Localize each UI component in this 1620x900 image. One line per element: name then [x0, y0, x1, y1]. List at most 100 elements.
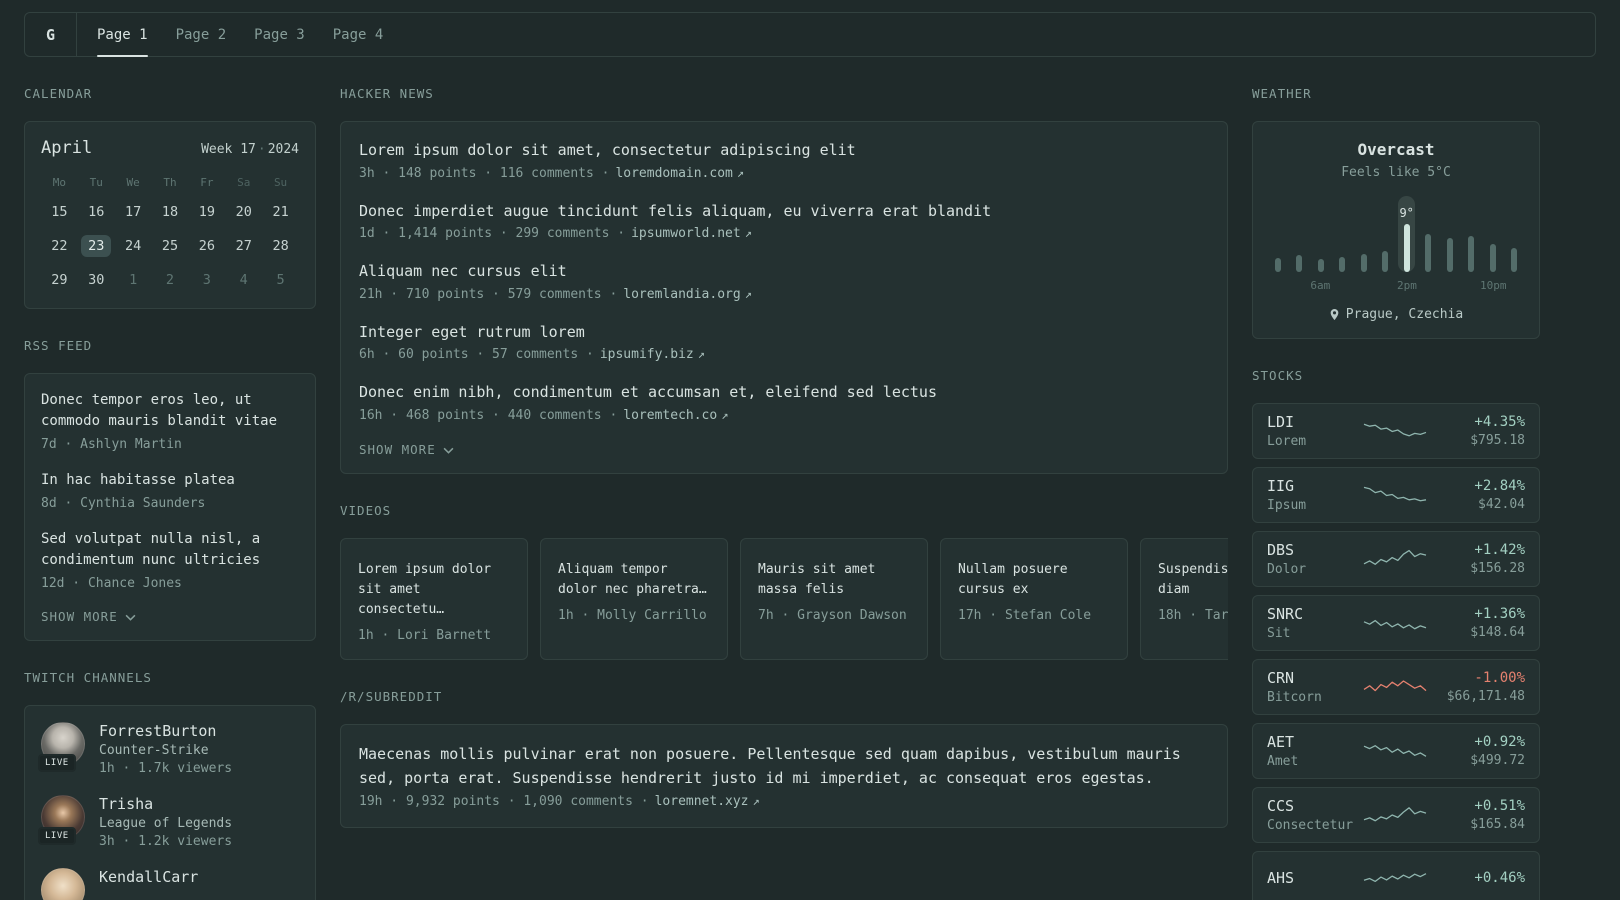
tab-page-2[interactable]: Page 2 [176, 13, 227, 56]
calendar-day-next-month[interactable]: 3 [196, 269, 218, 291]
hn-show-more-button[interactable]: SHOW MORE [359, 442, 454, 457]
twitch-channel-row[interactable]: LIVE Trisha League of Legends 3h · 1.2k … [38, 795, 299, 849]
hn-item-title[interactable]: Lorem ipsum dolor sit amet, consectetur … [359, 139, 1209, 162]
reddit-meta-text: 19h · 9,932 points · 1,090 comments · [359, 793, 649, 809]
reddit-domain-link[interactable]: loremnet.xyz [655, 794, 749, 809]
stock-row[interactable]: IIG Ipsum +2.84% $42.04 [1252, 467, 1540, 523]
hn-domain-link[interactable]: loremlandia.org [623, 287, 740, 302]
calendar-day-next-month[interactable]: 4 [233, 269, 255, 291]
location-pin-icon [1330, 309, 1339, 320]
twitch-channel-row[interactable]: LIVE ForrestBurton Counter-Strike 1h · 1… [38, 722, 299, 776]
video-meta: 1h · Molly Carrillo [558, 607, 707, 623]
stock-symbol: IIG [1267, 477, 1295, 495]
calendar-day[interactable]: 21 [265, 201, 295, 223]
hn-item-title[interactable]: Integer eget rutrum lorem [359, 321, 1209, 344]
calendar-day[interactable]: 15 [44, 201, 74, 223]
stock-row[interactable]: CCS Consectetur +0.51% $165.84 [1252, 787, 1540, 843]
hn-item-title[interactable]: Donec enim nibh, condimentum et accumsan… [359, 381, 1209, 404]
calendar-widget: April Week 17 · 2024 Mo Tu We Th Fr Sa Su … [24, 121, 316, 309]
weather-current-temp: 9° [1399, 206, 1414, 220]
hn-item-meta: 6h · 60 points · 57 comments · ipsumify.b… [359, 347, 1209, 362]
stock-row[interactable]: CRN Bitcorn -1.00% $66,171.48 [1252, 659, 1540, 715]
calendar-day[interactable]: 17 [118, 201, 148, 223]
video-title[interactable]: Aliquam tempor dolor nec pharetra… [558, 560, 710, 600]
section-title-stocks: STOCKS [1252, 368, 1304, 383]
hn-meta-text: 21h · 710 points · 579 comments · [359, 286, 618, 302]
video-title[interactable]: Mauris sit amet massa felis [758, 560, 910, 600]
top-nav: G Page 1 Page 2 Page 3 Page 4 [24, 12, 1596, 57]
rss-item-meta: 8d · Cynthia Saunders [41, 495, 206, 511]
weather-bar [1425, 234, 1432, 272]
video-title[interactable]: Suspendisse potenti diam [1158, 560, 1228, 600]
calendar-day-next-month[interactable]: 1 [122, 269, 144, 291]
rss-item-title[interactable]: Sed volutpat nulla nisl, a condimentum n… [41, 529, 299, 572]
stock-row[interactable]: AET Amet +0.92% $499.72 [1252, 723, 1540, 779]
section-title-rss: RSS FEED [24, 337, 93, 353]
rss-item: Sed volutpat nulla nisl, a condimentum n… [41, 529, 299, 591]
stock-row[interactable]: LDI Lorem +4.35% $795.18 [1252, 403, 1540, 459]
hn-item-title[interactable]: Aliquam nec cursus elit [359, 260, 1209, 283]
external-link-icon: ↗ [736, 165, 745, 180]
video-card: Mauris sit amet massa felis 7h · Grayson… [740, 537, 928, 660]
stock-price: $165.84 [1470, 817, 1525, 832]
rss-item-title[interactable]: In hac habitasse platea [41, 470, 299, 492]
weekday-label: Sa [237, 176, 251, 189]
rss-item-meta: 7d · Ashlyn Martin [41, 436, 182, 452]
hn-item-meta: 21h · 710 points · 579 comments · loremla… [359, 287, 1209, 302]
hn-item-title[interactable]: Donec imperdiet augue tincidunt felis al… [359, 200, 1209, 223]
calendar-day[interactable]: 24 [118, 235, 148, 257]
video-title[interactable]: Lorem ipsum dolor sit amet consectetu… [358, 560, 510, 620]
tab-page-3[interactable]: Page 3 [254, 13, 305, 56]
calendar-day-next-month[interactable]: 2 [159, 269, 181, 291]
hn-item: Aliquam nec cursus elit 21h · 710 points… [359, 260, 1209, 302]
stock-symbol: DBS [1267, 541, 1295, 559]
hn-item-meta: 16h · 468 points · 440 comments · loremte… [359, 408, 1209, 423]
channel-viewers: 3h · 1.2k viewers [99, 834, 233, 849]
calendar-day[interactable]: 18 [155, 201, 185, 223]
time-label: 6am [1310, 279, 1331, 292]
weekday-label: Fr [200, 176, 214, 189]
calendar-day[interactable]: 30 [81, 269, 111, 291]
hn-domain-link[interactable]: ipsumworld.net [631, 226, 741, 241]
weekday-label: Tu [89, 176, 103, 189]
stock-price: $499.72 [1470, 753, 1525, 768]
tab-page-1[interactable]: Page 1 [97, 13, 148, 57]
calendar-day[interactable]: 29 [44, 269, 74, 291]
video-title[interactable]: Nullam posuere cursus ex [958, 560, 1110, 600]
hn-item: Integer eget rutrum lorem 6h · 60 points… [359, 321, 1209, 363]
stock-row[interactable]: DBS Dolor +1.42% $156.28 [1252, 531, 1540, 587]
calendar-day[interactable]: 19 [192, 201, 222, 223]
live-badge: LIVE [38, 827, 76, 845]
external-link-icon: ↗ [744, 226, 752, 240]
calendar-day[interactable]: 27 [229, 235, 259, 257]
hn-domain-link[interactable]: loremdomain.com [615, 166, 732, 181]
stock-row[interactable]: SNRC Sit +1.36% $148.64 [1252, 595, 1540, 651]
reddit-post-title[interactable]: Maecenas mollis pulvinar erat non posuer… [359, 742, 1209, 790]
stock-row[interactable]: AHS +0.46% [1252, 851, 1540, 900]
stock-price: $148.64 [1470, 625, 1525, 640]
calendar-day-selected[interactable]: 23 [81, 235, 112, 258]
calendar-day[interactable]: 26 [192, 235, 222, 257]
hn-domain-link[interactable]: ipsumify.biz [600, 347, 694, 362]
app-logo[interactable]: G [25, 13, 77, 56]
tab-page-4[interactable]: Page 4 [333, 13, 384, 56]
calendar-day[interactable]: 22 [44, 235, 74, 257]
hn-meta-text: 16h · 468 points · 440 comments · [359, 407, 618, 423]
calendar-day[interactable]: 20 [229, 201, 259, 223]
calendar-day[interactable]: 16 [81, 201, 111, 223]
weekday-label: Mo [52, 176, 67, 189]
rss-show-more-button[interactable]: SHOW MORE [41, 609, 136, 624]
stock-price: $156.28 [1470, 561, 1525, 576]
calendar-day[interactable]: 28 [265, 235, 295, 257]
right-column: WEATHER Overcast Feels like 5°C 9° 6am 2… [1252, 57, 1540, 900]
twitch-channel-row[interactable]: LIVE KendallCarr [41, 868, 299, 900]
twitch-widget: LIVE ForrestBurton Counter-Strike 1h · 1… [24, 705, 316, 900]
calendar-day-next-month[interactable]: 5 [270, 269, 292, 291]
rss-item-title[interactable]: Donec tempor eros leo, ut commodo mauris… [41, 390, 299, 433]
stock-sparkline [1363, 549, 1427, 565]
weather-widget: Overcast Feels like 5°C 9° 6am 2pm 10pm [1252, 121, 1540, 339]
channel-name: KendallCarr [99, 868, 199, 886]
calendar-day[interactable]: 25 [155, 235, 185, 257]
section-title-weather: WEATHER [1252, 86, 1312, 101]
hn-domain-link[interactable]: loremtech.co [623, 408, 717, 423]
